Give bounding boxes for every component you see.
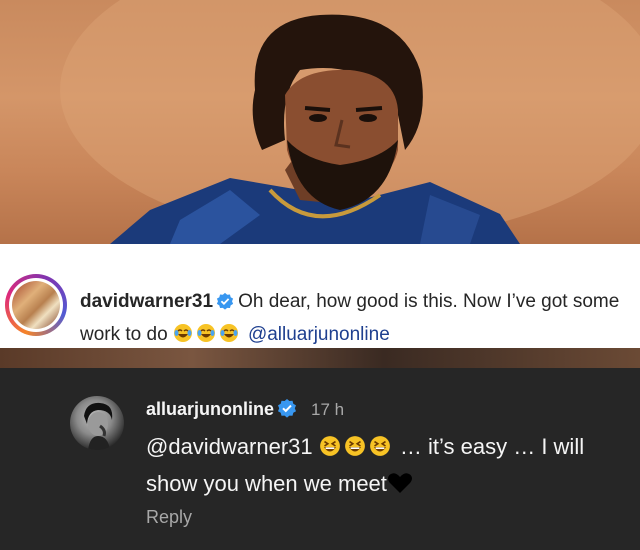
reply-timestamp: 17 h — [311, 400, 345, 419]
verified-badge-icon — [277, 398, 297, 423]
man-portrait-illustration — [60, 0, 640, 244]
reply-header: alluarjunonline 17 h — [146, 398, 344, 423]
verified-badge-icon — [216, 290, 234, 320]
reply-text: @davidwarner31 … it’s easy … I will show… — [146, 430, 626, 504]
grinning-squinting-emoji — [369, 433, 391, 467]
background-photo-strip — [0, 348, 640, 368]
avatar-photo — [12, 281, 60, 329]
grinning-squinting-emoji — [319, 433, 341, 467]
comment-username[interactable]: davidwarner31 — [80, 291, 213, 312]
grinning-squinting-emoji — [344, 433, 366, 467]
reply-avatar-photo — [84, 402, 113, 450]
user-avatar[interactable] — [5, 274, 67, 336]
reply-mention[interactable]: @davidwarner31 — [146, 434, 313, 459]
reply-avatar[interactable] — [70, 396, 124, 450]
comment-mention-link[interactable]: @alluarjunonline — [248, 324, 390, 345]
avatar-ring-inner — [9, 278, 63, 332]
reply-username[interactable]: alluarjunonline — [146, 399, 274, 419]
hero-photo — [0, 0, 640, 244]
black-heart-icon — [387, 470, 413, 504]
reply-button[interactable]: Reply — [146, 507, 192, 528]
comment-text: davidwarner31 Oh dear, how good is this. … — [80, 287, 630, 353]
